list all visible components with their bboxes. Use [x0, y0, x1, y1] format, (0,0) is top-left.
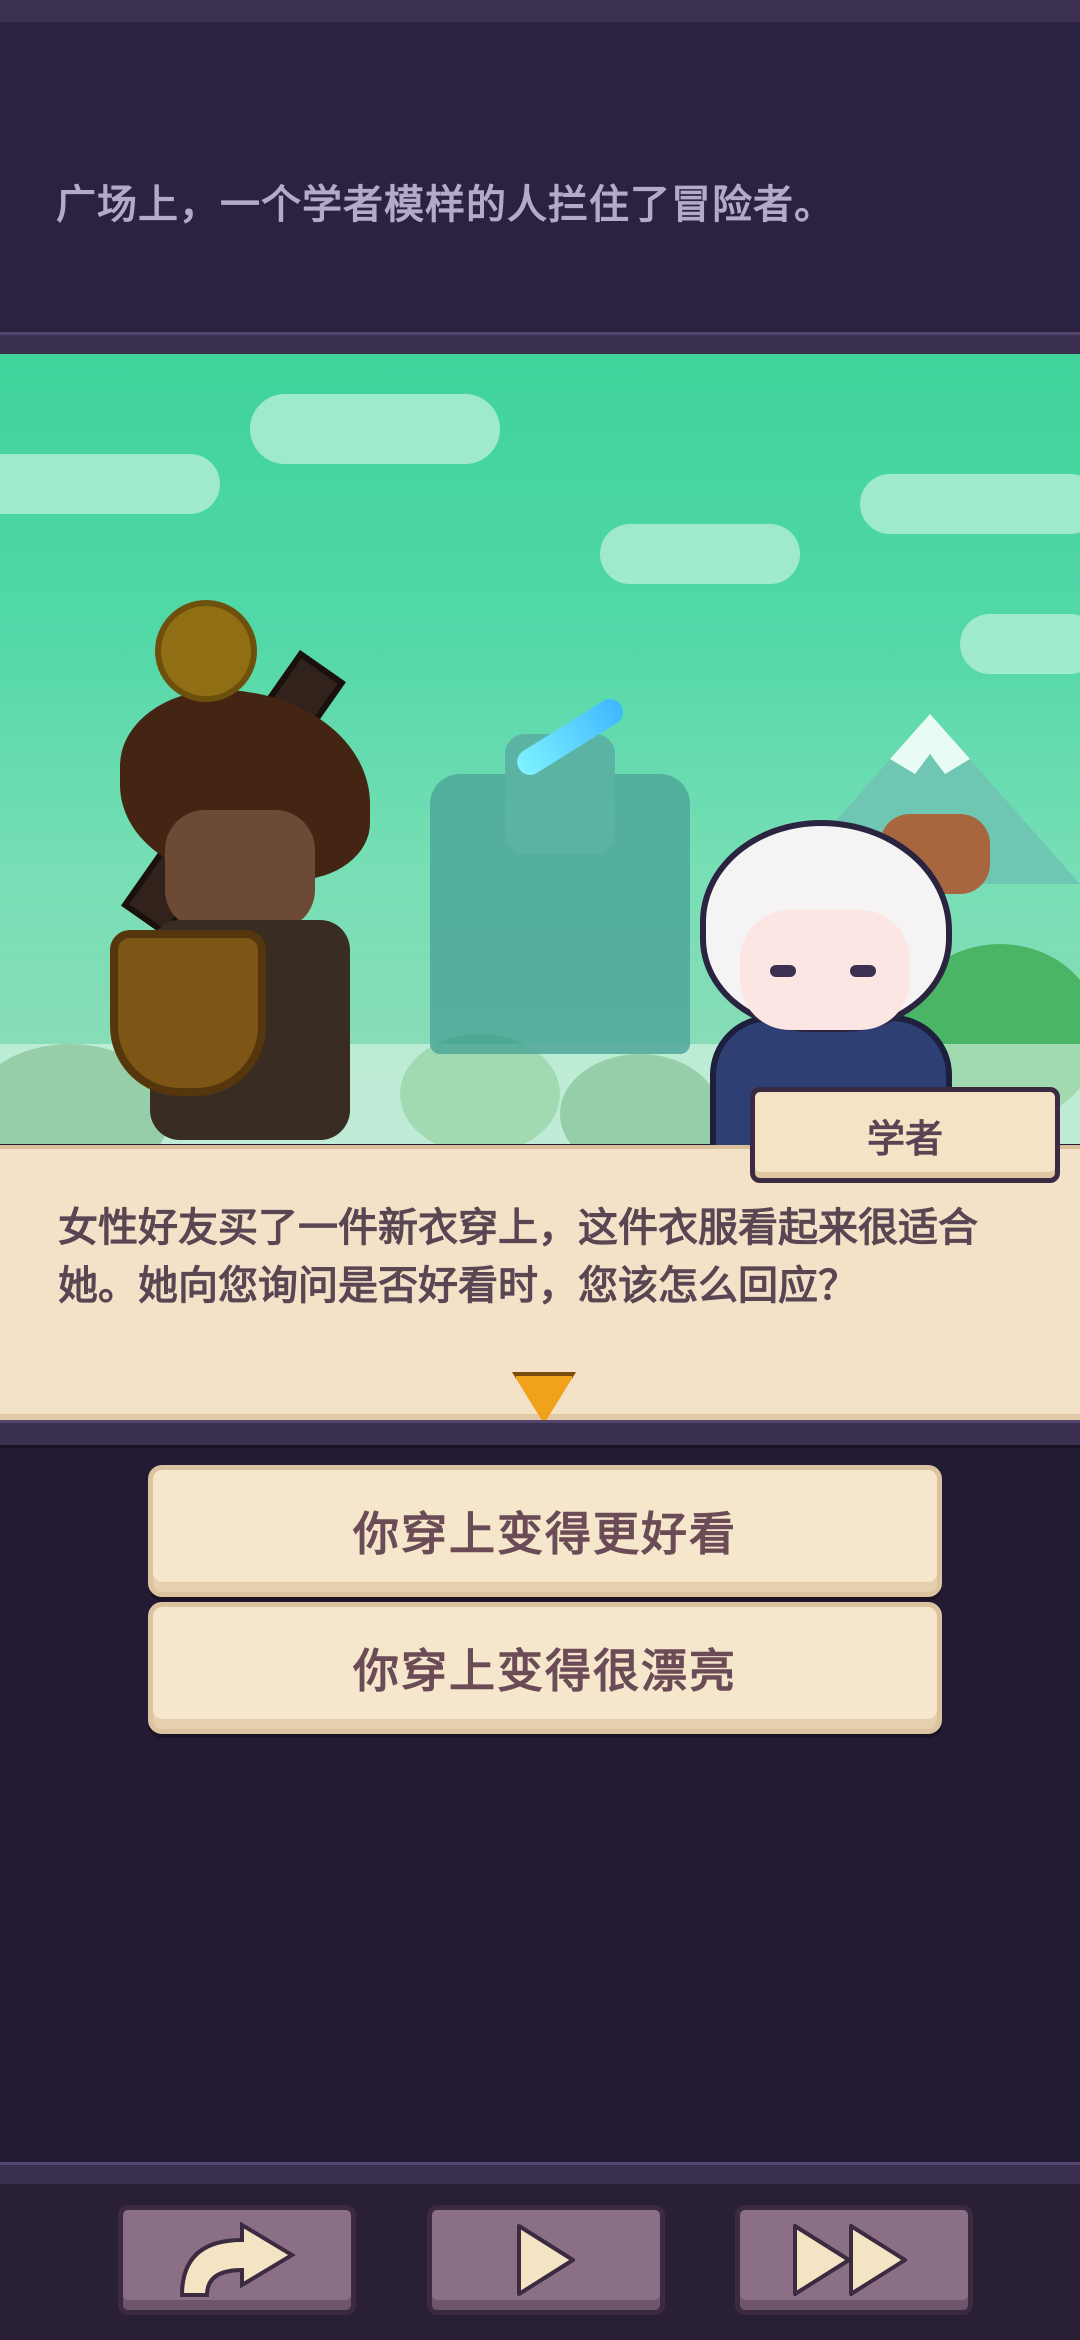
hero-face — [165, 810, 315, 930]
fast-forward-button[interactable] — [735, 2205, 973, 2315]
cloud — [0, 454, 220, 514]
back-arrow-icon — [179, 2221, 296, 2297]
shield-icon — [110, 930, 266, 1096]
choice-button-1[interactable]: 你穿上变得更好看 — [148, 1465, 942, 1597]
narration-panel: 广场上，一个学者模样的人拦住了冒险者。 — [0, 22, 1080, 332]
narration-text: 广场上，一个学者模样的人拦住了冒险者。 — [56, 182, 835, 228]
hero-character — [110, 600, 390, 1140]
divider — [0, 1420, 1080, 1448]
scholar-eye — [850, 965, 876, 977]
back-button[interactable] — [118, 2205, 356, 2315]
play-icon — [517, 2224, 575, 2296]
flower-icon — [155, 600, 257, 702]
speaker-name-tag: 学者 — [750, 1087, 1060, 1183]
dialogue-text: 女性好友买了一件新衣穿上，这件衣服看起来很适合她。她向您询问是否好看时，您该怎么… — [58, 1205, 978, 1309]
cloud — [860, 474, 1080, 534]
choice-button-2[interactable]: 你穿上变得很漂亮 — [148, 1602, 942, 1734]
cloud — [600, 524, 800, 584]
top-bar — [0, 0, 1080, 24]
scholar-face — [740, 910, 910, 1030]
play-button[interactable] — [427, 2205, 665, 2315]
scholar-eye — [770, 965, 796, 977]
cloud — [250, 394, 500, 464]
cloud — [960, 614, 1080, 674]
fast-forward-icon — [793, 2224, 907, 2296]
